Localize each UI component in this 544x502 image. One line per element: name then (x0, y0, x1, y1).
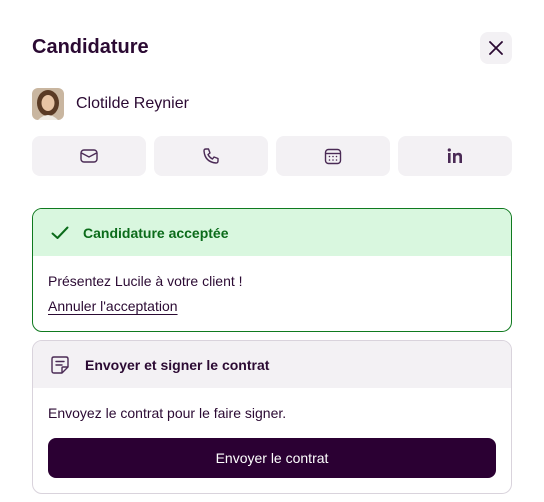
page-title: Candidature (32, 36, 149, 58)
candidate-row: Clotilde Reynier (32, 88, 189, 120)
linkedin-button[interactable] (398, 136, 512, 176)
accepted-card-title: Candidature acceptée (83, 224, 229, 241)
contract-card-header: Envoyer et signer le contrat (33, 341, 511, 388)
linkedin-icon (447, 148, 462, 163)
contact-actions (32, 136, 512, 176)
candidate-name: Clotilde Reynier (76, 95, 189, 112)
mail-icon (80, 149, 98, 163)
calendar-icon (324, 148, 342, 165)
accepted-card-header: Candidature acceptée (33, 209, 511, 256)
contract-card: Envoyer et signer le contrat Envoyez le … (32, 340, 512, 494)
contract-card-message: Envoyez le contrat pour le faire signer. (48, 405, 287, 421)
calendar-button[interactable] (276, 136, 390, 176)
accepted-card-message: Présentez Lucile à votre client ! (48, 273, 243, 289)
cancel-acceptance-link[interactable]: Annuler l'acceptation (48, 298, 178, 314)
accepted-card: Candidature acceptée Présentez Lucile à … (32, 208, 512, 332)
phone-icon (203, 148, 219, 164)
send-contract-button[interactable]: Envoyer le contrat (48, 438, 496, 478)
check-icon (51, 226, 69, 239)
close-icon (489, 41, 503, 55)
contract-card-title: Envoyer et signer le contrat (85, 356, 270, 373)
document-icon (51, 355, 69, 374)
phone-button[interactable] (154, 136, 268, 176)
avatar (32, 88, 64, 120)
email-button[interactable] (32, 136, 146, 176)
close-button[interactable] (480, 32, 512, 64)
